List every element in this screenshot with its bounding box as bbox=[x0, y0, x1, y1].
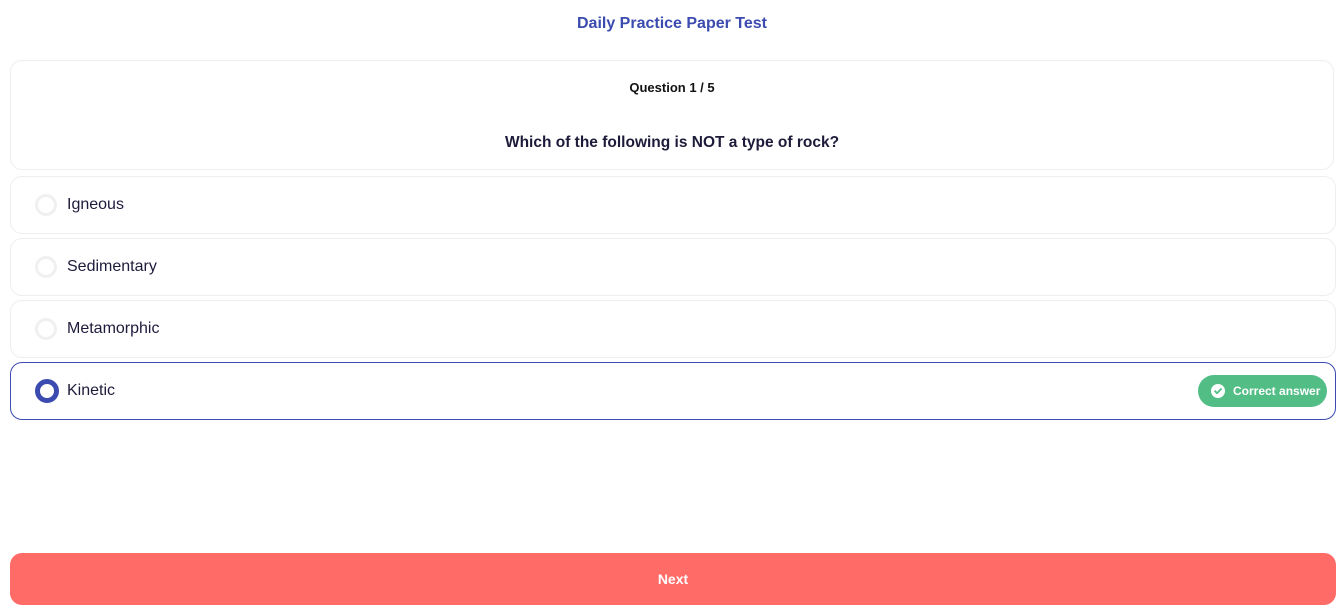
option-kinetic[interactable]: Kinetic Correct answer bbox=[10, 362, 1336, 420]
check-circle-icon bbox=[1211, 384, 1225, 398]
question-card: Question 1 / 5 Which of the following is… bbox=[10, 60, 1334, 170]
question-text: Which of the following is NOT a type of … bbox=[504, 134, 840, 151]
option-label: Igneous bbox=[67, 196, 124, 213]
option-label: Kinetic bbox=[67, 382, 116, 399]
option-metamorphic[interactable]: Metamorphic bbox=[10, 300, 1336, 358]
radio-button[interactable] bbox=[35, 318, 57, 340]
question-counter: Question 1 / 5 bbox=[629, 80, 715, 95]
option-igneous[interactable]: Igneous bbox=[10, 176, 1336, 234]
next-button[interactable]: Next bbox=[10, 553, 1336, 605]
radio-button-selected[interactable] bbox=[35, 379, 59, 403]
option-label: Sedimentary bbox=[67, 258, 157, 275]
radio-button[interactable] bbox=[35, 194, 57, 216]
page-title: Daily Practice Paper Test bbox=[576, 15, 768, 32]
option-sedimentary[interactable]: Sedimentary bbox=[10, 238, 1336, 296]
correct-answer-badge: Correct answer bbox=[1198, 375, 1327, 407]
option-label: Metamorphic bbox=[67, 320, 160, 337]
radio-button[interactable] bbox=[35, 256, 57, 278]
correct-answer-label: Correct answer bbox=[1233, 384, 1321, 398]
